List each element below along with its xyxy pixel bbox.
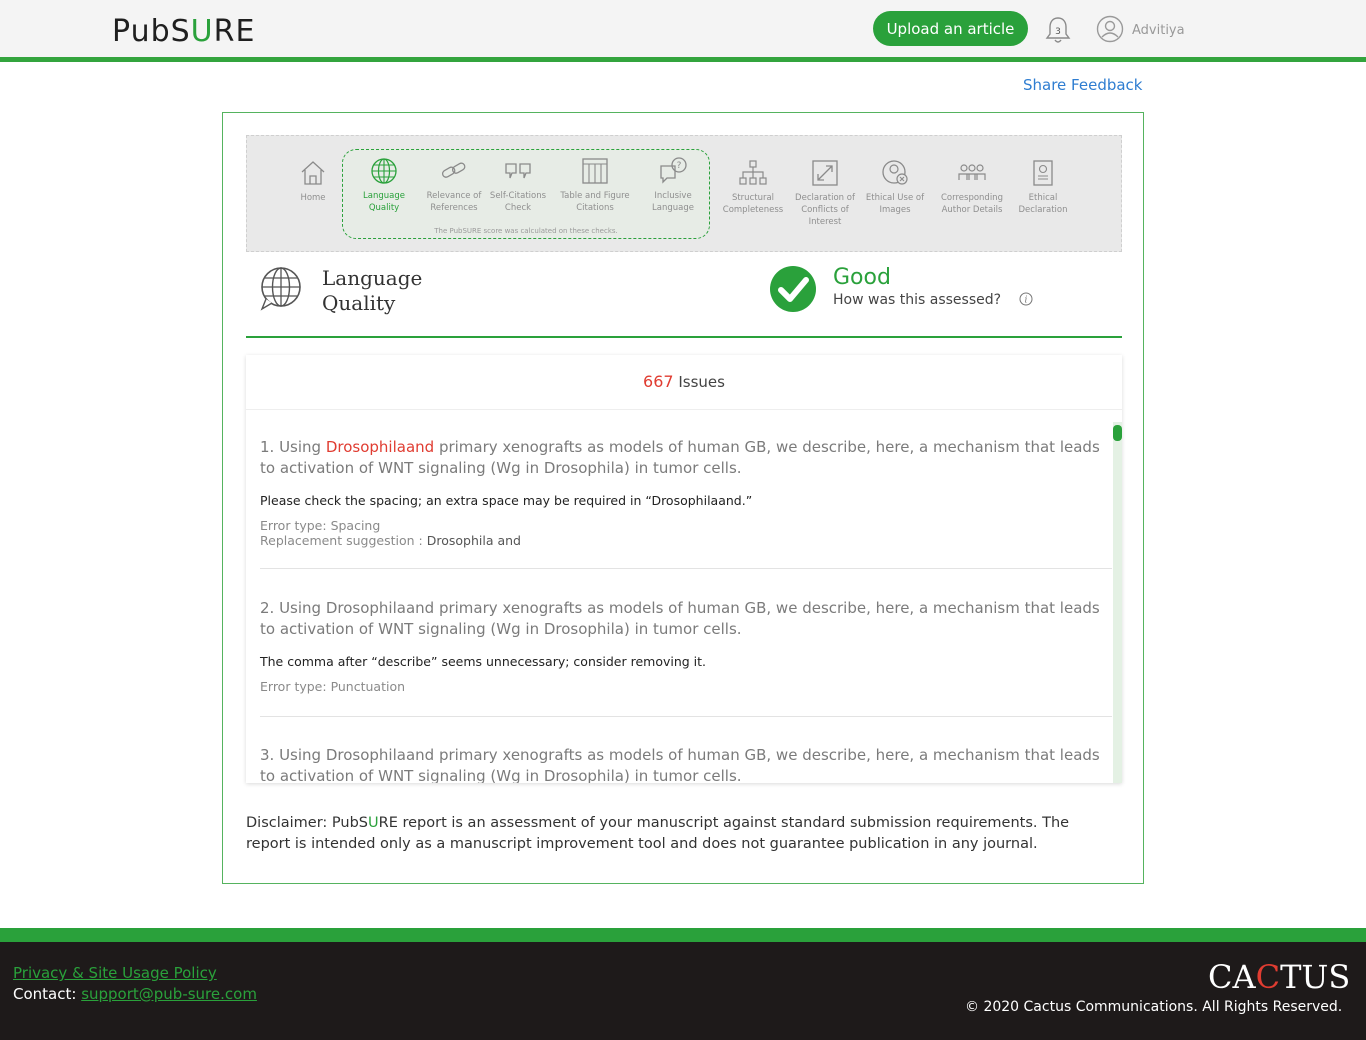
disclaimer: Disclaimer: PubSURE report is an assessm… <box>246 815 1070 852</box>
pubsure-logo[interactable]: PubSURE <box>112 14 255 49</box>
nav-item-language-quality[interactable]: Language Quality <box>349 156 419 214</box>
error-type: Punctuation <box>330 679 406 694</box>
svg-text:?: ? <box>677 161 682 171</box>
nav-item-table-figure-citations[interactable]: Table and Figure Citations <box>560 156 630 214</box>
rating-label: Good <box>833 265 891 290</box>
issue-divider <box>260 716 1112 717</box>
nav-label: Self-Citations Check <box>489 191 547 213</box>
issue-message: Please check the spacing; an extra space… <box>260 493 753 508</box>
nav-item-declaration-conflicts[interactable]: Declaration of Conflicts of Interest <box>790 158 860 228</box>
support-email-link[interactable]: support@pub-sure.com <box>81 985 257 1003</box>
issues-label: Issues <box>678 373 725 391</box>
footer-divider <box>0 928 1366 942</box>
upload-article-button[interactable]: Upload an article <box>873 11 1028 46</box>
replacement-suggestion: Drosophila and <box>426 533 521 548</box>
issue-sentence: 3. Using Drosophilaand primary xenograft… <box>260 746 1100 783</box>
user-avatar-icon[interactable] <box>1096 15 1124 43</box>
issue-sentence: 2. Using Drosophilaand primary xenograft… <box>260 599 1100 638</box>
nav-label: Table and Figure Citations <box>560 191 630 213</box>
nav-label: Home <box>300 193 326 203</box>
nav-item-ethical-use-images[interactable]: Ethical Use of Images <box>860 158 930 216</box>
notification-count: 3 <box>1055 27 1061 37</box>
nav-label: Structural Completeness <box>722 193 784 215</box>
issue-divider <box>260 568 1112 569</box>
hierarchy-icon <box>739 160 767 185</box>
issue-item: 1. Using Drosophilaand primary xenograft… <box>260 437 1112 548</box>
issue-item: 3. Using Drosophilaand primary xenograft… <box>260 745 1112 783</box>
document-icon <box>1033 160 1053 186</box>
conflict-icon <box>812 160 838 186</box>
header-divider <box>0 57 1366 62</box>
nav-item-self-citations-check[interactable]: Self-Citations Check <box>483 156 553 214</box>
globe-icon <box>371 158 397 184</box>
issues-panel: 667 Issues 1. Using Drosophilaand primar… <box>246 355 1122 783</box>
quote-icon <box>505 163 531 179</box>
issue-meta: Error type: Spacing Replacement suggesti… <box>260 518 521 548</box>
nav-label: Declaration of Conflicts of Interest <box>795 193 855 227</box>
nav-item-structural-completeness[interactable]: Structural Completeness <box>718 158 788 216</box>
user-name[interactable]: Advitiya <box>1132 23 1185 38</box>
issues-scrollbar-thumb[interactable] <box>1113 425 1122 441</box>
nav-item-relevance-of-references[interactable]: Relevance of References <box>419 156 489 214</box>
speech-icon: ? <box>660 157 687 184</box>
issues-scrollbar[interactable] <box>1113 422 1122 783</box>
language-globe-icon <box>260 267 301 311</box>
good-check-icon <box>770 266 816 312</box>
issue-item: 2. Using Drosophilaand primary xenograft… <box>260 598 1112 694</box>
top-header: PubSURE Upload an article 3 Advitiya <box>0 0 1366 57</box>
nav-item-corresponding-author[interactable]: Corresponding Author Details <box>937 158 1007 216</box>
nav-label: Ethical Declaration <box>1018 193 1068 215</box>
issues-count: 667 Issues <box>246 355 1122 410</box>
how-assessed-link[interactable]: How was this assessed? <box>833 292 1001 308</box>
nav-label: Ethical Use of Images <box>865 193 925 215</box>
cactus-logo: CACTUS <box>1208 958 1351 996</box>
authors-icon <box>958 164 986 180</box>
svg-text:i: i <box>1025 296 1028 306</box>
home-icon <box>301 161 325 185</box>
nav-label: Relevance of References <box>426 191 482 213</box>
checks-nav: The PubSURE score was calculated on thes… <box>246 135 1122 252</box>
issue-message: The comma after “describe” seems unneces… <box>260 654 707 669</box>
notification-bell-icon[interactable]: 3 <box>1044 15 1072 45</box>
nav-label: Language Quality <box>363 191 405 213</box>
scored-checks-note: The PubSURE score was calculated on thes… <box>434 227 618 235</box>
nav-item-inclusive-language[interactable]: ? Inclusive Language <box>638 156 708 214</box>
share-feedback-link[interactable]: Share Feedback <box>1023 76 1143 94</box>
nav-label: Inclusive Language <box>652 191 694 213</box>
issue-list[interactable]: 1. Using Drosophilaand primary xenograft… <box>246 411 1122 783</box>
privacy-policy-link[interactable]: Privacy & Site Usage Policy <box>13 964 217 982</box>
nav-item-ethical-declaration[interactable]: Ethical Declaration <box>1008 158 1078 216</box>
copyright-text: © 2020 Cactus Communications. All Rights… <box>965 999 1343 1015</box>
section-title: Language Quality <box>322 266 423 315</box>
error-type: Spacing <box>330 518 381 533</box>
nav-label: Corresponding Author Details <box>941 193 1003 215</box>
issues-number: 667 <box>643 372 674 391</box>
report-card: The PubSURE score was calculated on thes… <box>222 112 1144 884</box>
issue-sentence: 1. Using Drosophilaand primary xenograft… <box>260 438 1100 477</box>
issue-meta: Error type: Punctuation <box>260 679 406 694</box>
footer: Privacy & Site Usage Policy Contact: sup… <box>0 942 1366 1040</box>
issue-highlight: Drosophilaand <box>325 438 435 456</box>
contact-line: Contact: support@pub-sure.com <box>13 985 257 1003</box>
link-icon <box>441 162 466 178</box>
image-ethics-icon <box>882 160 908 185</box>
info-icon[interactable]: i <box>1019 292 1033 306</box>
section-header: Language Quality Good How was this asses… <box>246 258 1122 338</box>
table-icon <box>582 158 608 184</box>
nav-item-home[interactable]: Home <box>278 158 348 204</box>
